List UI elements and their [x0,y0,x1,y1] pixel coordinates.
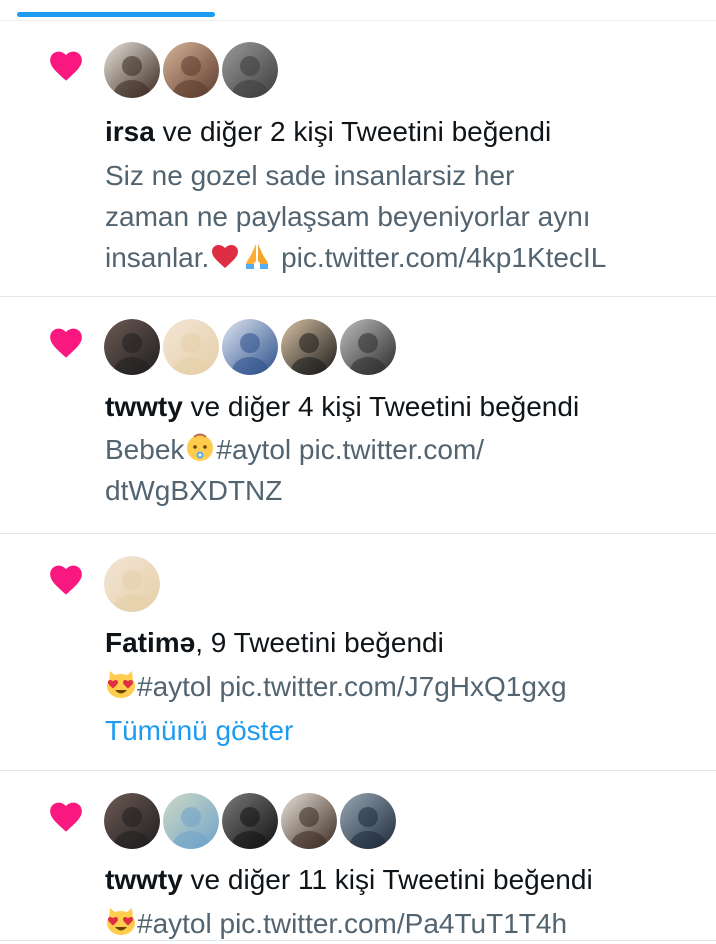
tweet-text: zaman ne paylaşsam beyeniyorlar aynı [105,201,591,232]
tweet-text-line: zaman ne paylaşsam beyeniyorlar aynı [105,196,705,237]
tweet-text-line: #aytol pic.twitter.com/J7gHxQ1gxg [105,666,705,707]
heart-icon [50,802,82,832]
tweet-text-line: dtWgBXDTNZ [105,470,705,511]
avatar-dark-photo[interactable] [104,319,160,375]
liker-username[interactable]: twwty [105,391,183,422]
avatar-coast-landscape[interactable] [163,793,219,849]
tweet-text-line: Siz ne gozel sade insanlarsiz her [105,155,705,196]
avatar-blonde-dark-top[interactable] [281,319,337,375]
heart-eyes-cat-emoji [107,671,135,698]
avatar-dark-photo[interactable] [104,793,160,849]
tweet-link: #aytol pic.twitter.com/Pa4TuT1T4h [137,908,568,939]
liker-avatars [104,42,278,98]
avatar-blue-scarf[interactable] [222,319,278,375]
tweet-text-line: insanlar. pic.twitter.com/4kp1KtecIL [105,237,705,278]
show-more-link[interactable]: Tümünü göster [105,713,293,749]
avatar-woman-brown-hair[interactable] [163,42,219,98]
tweet-link: dtWgBXDTNZ [105,475,283,506]
notification-headline: twwty ve diğer 4 kişi Tweetini beğendi [105,389,579,425]
avatar-blonde-woman[interactable] [104,556,160,612]
heart-icon [50,565,82,595]
tweet-link: pic.twitter.com/4kp1KtecIL [273,242,607,273]
liker-username[interactable]: irsa [105,116,155,147]
avatar-ny-cap[interactable] [104,42,160,98]
like-notification[interactable]: irsa ve diğer 2 kişi Tweetini beğendi Siz… [0,20,716,297]
baby-emoji [187,433,214,461]
avatar-grey-silhouette[interactable] [222,42,278,98]
avatar-man-dark-coat[interactable] [222,793,278,849]
notification-action: ve diğer 4 kişi Tweetini beğendi [182,391,580,422]
tweet-link: #aytol pic.twitter.com/ [216,434,485,465]
folded-hands-emoji [246,244,269,269]
notification-action: ve diğer 11 kişi Tweetini beğendi [182,864,593,895]
liker-username[interactable]: Fatimə [105,627,195,658]
active-tab-indicator [17,12,215,17]
heart-icon [50,51,82,81]
liker-avatars [104,556,160,612]
notification-headline: irsa ve diğer 2 kişi Tweetini beğendi [105,114,551,150]
heart-eyes-cat-emoji [107,908,135,935]
notification-action: ve diğer 2 kişi Tweetini beğendi [154,116,552,147]
tweet-text: insanlar. [105,242,210,273]
notification-action: , 9 Tweetini beğendi [195,627,444,658]
avatar-car-night[interactable] [340,793,396,849]
liker-avatars [104,793,396,849]
top-tab-bar [0,0,716,21]
notification-headline: Fatimə, 9 Tweetini beğendi [105,625,444,661]
avatar-ny-cap[interactable] [281,793,337,849]
avatar-bw-couple[interactable] [340,319,396,375]
liker-avatars [104,319,396,375]
like-notification[interactable]: Fatimə, 9 Tweetini beğendi #aytol pic.twi… [0,534,716,771]
liker-username[interactable]: twwty [105,864,183,895]
tweet-text: Bebek [105,434,185,465]
notification-headline: twwty ve diğer 11 kişi Tweetini beğendi [105,862,593,898]
tweet-text-line: #aytol pic.twitter.com/Pa4TuT1T4h [105,903,705,944]
tweet-text: Siz ne gozel sade insanlarsiz her [105,160,515,191]
tweet-link: #aytol pic.twitter.com/J7gHxQ1gxg [137,671,567,702]
tweet-text-line: Bebek #aytol pic.twitter.com/ [105,429,705,470]
avatar-blonde-woman[interactable] [163,319,219,375]
heart-icon [50,328,82,358]
like-notification[interactable]: twwty ve diğer 4 kişi Tweetini beğendi Be… [0,297,716,534]
red-heart-emoji [212,245,239,268]
notifications-feed: irsa ve diğer 2 kişi Tweetini beğendi Siz… [0,20,716,941]
like-notification[interactable]: twwty ve diğer 11 kişi Tweetini beğendi #… [0,771,716,941]
